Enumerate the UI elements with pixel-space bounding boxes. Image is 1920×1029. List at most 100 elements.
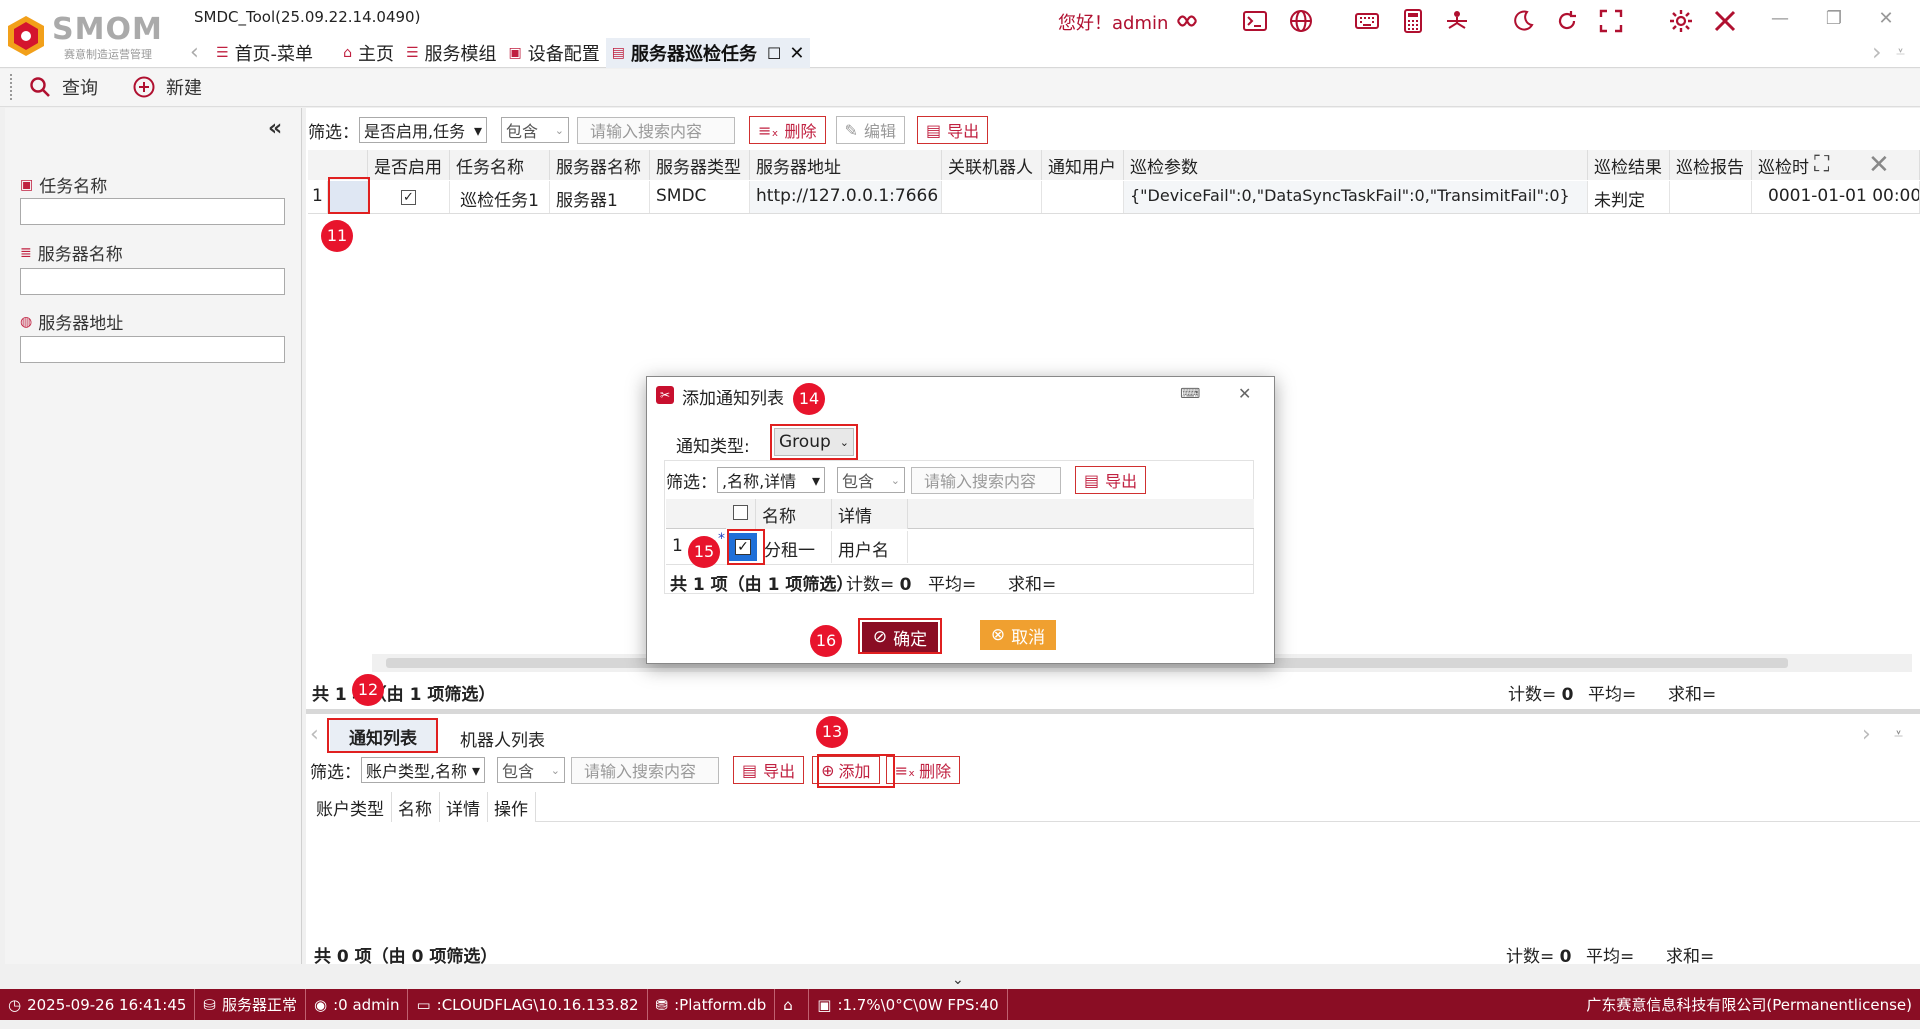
column-header[interactable]: 详情 [832,499,908,529]
bottom-tabs-right-icon[interactable]: › [1862,722,1871,747]
column-header[interactable]: 操作 [488,792,536,822]
query-button[interactable]: 查询 [28,74,98,100]
checkmark-icon: ✓ [401,190,416,205]
column-header[interactable]: 巡检参数 [1124,150,1588,180]
step-badge: 15 [688,536,720,568]
select-all-checkbox[interactable] [726,499,756,529]
column-header[interactable]: 任务名称 [450,150,550,180]
task-name-input[interactable] [20,198,285,225]
column-header[interactable]: 巡检时 [1752,150,1920,180]
highlight-box [858,618,942,654]
top-grid-summary: 共 1 项（由 1 项筛选） [312,685,496,705]
restore-button[interactable]: ❐ [1814,8,1854,32]
keyboard-icon[interactable]: ⌨ [1180,386,1200,402]
edit-icon: ✎ [844,120,858,140]
refresh-icon[interactable] [1550,6,1584,36]
column-header[interactable]: 详情 [440,792,488,822]
filter-op-select[interactable]: 包含 ⌄ [497,757,565,783]
tab-float-icon[interactable]: ☐ [767,44,781,63]
dialog-search-input[interactable]: 请输入搜索内容 [911,466,1061,494]
delete-button[interactable]: ≡ₓ 删除 [885,756,961,784]
column-header[interactable]: 是否启用 [368,150,450,180]
tab-device-config[interactable]: ▣ 设备配置 [503,38,606,68]
bottom-search-input[interactable]: 请输入搜索内容 [571,756,719,784]
dialog-close-icon[interactable]: ✕ [1238,384,1251,403]
chevron-down-icon: ⌄ [890,473,900,487]
column-header[interactable]: 通知用户 [1042,150,1124,180]
column-header[interactable]: 关联机器人 [942,150,1042,180]
export-button[interactable]: ▤ 导出 [916,116,989,144]
minimize-button[interactable]: — [1760,8,1800,32]
tab-robot-list[interactable]: 机器人列表 [460,726,545,751]
globe-icon[interactable] [1284,6,1318,36]
settings-gear-icon[interactable] [1664,6,1698,36]
cancel-button[interactable]: ⊗ 取消 [980,620,1056,650]
column-header[interactable]: 服务器类型 [650,150,750,180]
splitter[interactable] [306,709,1920,714]
filter-op-select[interactable]: 包含 ⌄ [501,117,569,143]
row-index: 1 [308,181,328,213]
filter-field-select[interactable]: 是否启用,任务 ▾ [359,117,487,143]
filter-op-select[interactable]: 包含 ⌄ [837,467,905,493]
calendar-icon: ▣ [20,176,34,193]
highlight-box [817,754,895,788]
chevron-down-icon: ⌄ [554,123,564,137]
bottom-tabs-menu-icon[interactable]: ⩡ [1894,724,1903,744]
filter-field-value: 是否启用,任务 [364,122,466,141]
tools-icon[interactable] [1708,6,1742,36]
keyboard-icon[interactable] [1350,6,1384,36]
delete-button[interactable]: ≡ₓ 删除 [749,116,826,144]
tab-home-menu[interactable]: ☰ 首页-菜单 [210,38,319,68]
close-window-button[interactable]: ✕ [1866,8,1906,32]
tabs-scroll-left-icon[interactable]: ‹ [190,40,199,65]
export-button[interactable]: ▤ 导出 [733,756,805,784]
field-label: 任务名称 [39,177,108,197]
tag-icon[interactable]: ⌂ [775,989,810,1020]
column-header[interactable]: 巡检报告 [1670,150,1752,180]
expand-down-icon[interactable]: ⌄ [952,972,964,988]
terminal-icon[interactable] [1238,6,1272,36]
calculator-icon[interactable] [1396,6,1430,36]
close-grid-icon[interactable]: ✕ [1868,150,1890,180]
screenshot-icon[interactable]: ⛶ [1814,152,1829,177]
link-icon[interactable] [1170,6,1204,36]
tabs-menu-icon[interactable]: ⩡ [1896,42,1905,62]
top-search-input[interactable]: 请输入搜索内容 [577,116,735,144]
column-header[interactable]: 名称 [756,499,832,529]
table-row[interactable]: 1 ✓ 巡检任务1 服务器1 SMDC http://127.0.0.1:766… [308,180,1920,214]
column-header[interactable]: 巡检结果 [1588,150,1670,180]
column-header[interactable]: 服务器地址 [750,150,942,180]
list-icon: ☰ [405,45,419,61]
status-datetime: ◷ 2025-09-26 16:41:45 [0,989,196,1020]
search-placeholder: 请输入搜索内容 [924,472,1037,491]
collapse-panel-icon[interactable]: « [268,116,282,141]
export-label: 导出 [763,762,796,781]
export-label: 导出 [947,122,980,141]
filter-field-select[interactable]: ,名称,详情 ▾ [717,467,825,493]
column-header[interactable]: 账户类型 [310,792,392,822]
export-icon: ▤ [925,120,942,140]
tab-label: 主页 [357,44,394,65]
bottom-grid-summary: 共 0 项（由 0 项筛选） [314,947,498,967]
tab-close-icon[interactable]: ✕ [789,43,804,64]
new-button[interactable]: 新建 [132,74,202,100]
field-label: 服务器名称 [37,245,123,265]
tabs-scroll-right-icon[interactable]: › [1872,38,1882,66]
filter-field-select[interactable]: 账户类型,名称 ▾ [361,757,485,783]
server-address-input[interactable] [20,336,285,363]
column-header[interactable]: 名称 [392,792,440,822]
bottom-tabs-left-icon[interactable]: ‹ [310,722,319,747]
edit-button[interactable]: ✎ 编辑 [835,116,905,144]
column-header[interactable]: 服务器名称 [550,150,650,180]
bottom-avg: 平均= [1586,947,1635,967]
tab-service-module[interactable]: ☰ 服务模组 [400,38,503,68]
tab-server-inspection[interactable]: ▤ 服务器巡检任务 ☐ ✕ [605,38,811,68]
export-button[interactable]: ▤ 导出 [1075,466,1147,494]
top-grid-header: 是否启用 任务名称 服务器名称 服务器类型 服务器地址 关联机器人 通知用户 巡… [308,150,1920,180]
network-icon[interactable] [1440,6,1474,36]
tab-main[interactable]: ⌂ 主页 [337,38,400,68]
enabled-checkbox[interactable]: ✓ [368,181,450,213]
server-name-input[interactable] [20,268,285,295]
fullscreen-icon[interactable] [1594,6,1628,36]
moon-icon[interactable] [1506,6,1540,36]
